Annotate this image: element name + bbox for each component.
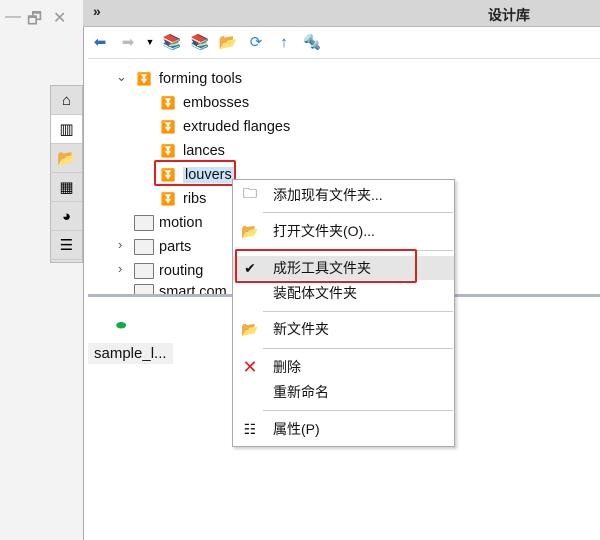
panel-title: 设计库: [488, 7, 530, 23]
folder-icon: [134, 284, 154, 294]
minimize-icon[interactable]: —: [5, 8, 21, 26]
menu-separator: [263, 410, 453, 411]
add-library-icon[interactable]: 📚: [162, 32, 182, 52]
back-icon[interactable]: ⬅: [90, 32, 110, 52]
forming-tool-icon: ⏬: [160, 96, 176, 110]
part-icon: ⬬: [116, 318, 127, 332]
title-bar: » 设计库: [83, 0, 600, 27]
forming-tool-icon: ⏬: [160, 144, 176, 158]
forming-tool-icon: ⏬: [136, 72, 152, 86]
dropdown-icon[interactable]: ▼: [146, 32, 155, 52]
new-folder-icon[interactable]: 📂: [218, 32, 238, 52]
view-palette-icon[interactable]: ▦: [51, 173, 82, 202]
toolbox-icon[interactable]: 🔩: [302, 32, 322, 52]
toolbar: ⬅ ➡ ▼ 📚 📚 📂 ⟳ ↑ 🔩: [90, 30, 322, 54]
delete-icon: ✕: [242, 356, 258, 377]
divider: [88, 58, 600, 59]
tree-item[interactable]: smart com...: [134, 284, 239, 294]
refresh-icon[interactable]: ⟳: [246, 32, 266, 52]
new-folder-icon: 📂: [241, 320, 259, 337]
add-folder-icon: 🗀: [243, 185, 257, 201]
highlight-box: [154, 160, 236, 186]
tree-item[interactable]: ⏬ extruded flanges: [158, 116, 291, 138]
properties-icon: ☷: [243, 420, 257, 437]
menu-item-delete[interactable]: ✕ 删除: [233, 355, 454, 379]
tree-item[interactable]: ⏬ lances: [158, 140, 225, 162]
close-icon[interactable]: ✕: [53, 8, 66, 28]
tree-item[interactable]: routing: [134, 260, 203, 282]
double-chevron-right-icon[interactable]: »: [93, 3, 101, 19]
background-window: — 🗗 ✕: [0, 0, 83, 540]
tree-item[interactable]: parts: [134, 236, 191, 258]
chevron-down-icon[interactable]: ⌄: [116, 69, 127, 85]
file-explorer-icon[interactable]: 📂: [51, 144, 82, 173]
menu-separator: [263, 212, 453, 213]
chevron-right-icon[interactable]: ›: [118, 237, 122, 252]
tree-item[interactable]: ⏬ embosses: [158, 92, 250, 114]
menu-separator: [263, 311, 453, 312]
menu-item-new-folder[interactable]: 📂 新文件夹: [233, 317, 454, 341]
menu-item-assembly-folder[interactable]: 装配体文件夹: [233, 281, 454, 305]
tree-item-forming-tools[interactable]: ⏬ forming tools: [134, 68, 243, 90]
chevron-right-icon[interactable]: ›: [118, 261, 122, 276]
tree-item[interactable]: motion: [134, 212, 203, 234]
up-icon[interactable]: ↑: [274, 32, 294, 52]
panel-border: [83, 27, 84, 540]
menu-separator: [263, 348, 453, 349]
custom-properties-icon[interactable]: ☰: [51, 231, 82, 260]
folder-icon: [134, 215, 154, 231]
tree-item[interactable]: ⏬ ribs: [158, 188, 207, 210]
menu-item-add-existing-folder[interactable]: 🗀 添加现有文件夹...: [233, 183, 454, 207]
folder-icon: [134, 239, 154, 255]
menu-item-properties[interactable]: ☷ 属性(P): [233, 417, 454, 441]
task-pane-tabs: ⌂ ▥ 📂 ▦ ◕ ☰: [50, 85, 83, 263]
forming-tool-icon: ⏬: [160, 120, 176, 134]
design-library-icon[interactable]: ▥: [51, 115, 82, 144]
forward-icon[interactable]: ➡: [118, 32, 138, 52]
home-icon[interactable]: ⌂: [51, 86, 82, 115]
menu-item-rename[interactable]: 重新命名: [233, 380, 454, 404]
forming-tool-icon: ⏬: [160, 192, 176, 206]
file-item[interactable]: sample_l...: [88, 343, 173, 364]
new-library-icon[interactable]: 📚: [190, 32, 210, 52]
folder-icon: [134, 263, 154, 279]
context-menu: 🗀 添加现有文件夹... 📂 打开文件夹(O)... ✔ 成形工具文件夹 装配体文件夹…: [232, 179, 455, 447]
appearances-icon[interactable]: ◕: [51, 202, 82, 231]
menu-item-open-folder[interactable]: 📂 打开文件夹(O)...: [233, 219, 454, 243]
highlight-box: [235, 249, 417, 283]
open-folder-icon: 📂: [241, 222, 259, 239]
restore-icon[interactable]: 🗗: [27, 8, 42, 35]
